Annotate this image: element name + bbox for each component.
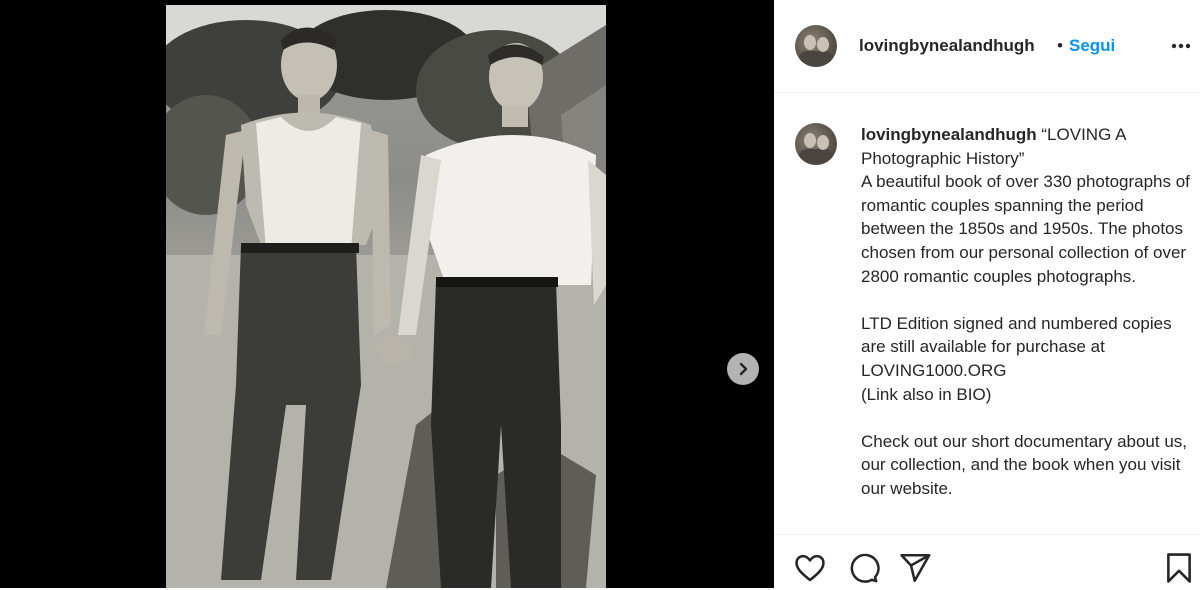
comment-button[interactable] [846, 551, 880, 585]
heart-icon [795, 554, 825, 582]
next-photo-button[interactable] [727, 353, 759, 385]
comment-icon [850, 553, 880, 583]
separator-dot: • [1057, 36, 1063, 55]
instagram-post-view: lovingbynealandhugh • Segui lovingbyneal… [0, 0, 1200, 588]
save-button[interactable] [1162, 551, 1196, 585]
post-caption: lovingbynealandhugh “LOVING A Photograph… [861, 123, 1197, 501]
caption-username[interactable]: lovingbynealandhugh [861, 125, 1037, 144]
post-sidebar: lovingbynealandhugh • Segui lovingbyneal… [774, 0, 1200, 588]
action-bar [774, 534, 1200, 589]
more-horizontal-icon [1171, 43, 1191, 49]
chevron-right-icon [739, 362, 748, 376]
username-link[interactable]: lovingbynealandhugh [859, 36, 1035, 56]
more-options-button[interactable] [1169, 34, 1193, 58]
like-button[interactable] [793, 551, 827, 585]
vintage-photograph [166, 5, 606, 588]
post-header: lovingbynealandhugh • Segui [774, 0, 1200, 93]
caption-avatar[interactable] [795, 123, 837, 165]
media-pane [0, 0, 774, 588]
caption-body: A beautiful book of over 330 photographs… [861, 172, 1190, 498]
follow-button[interactable]: Segui [1069, 36, 1115, 56]
avatar[interactable] [795, 25, 837, 67]
post-photo[interactable] [166, 5, 606, 588]
bookmark-icon [1167, 553, 1191, 583]
share-button[interactable] [898, 551, 932, 585]
share-icon [900, 553, 931, 583]
